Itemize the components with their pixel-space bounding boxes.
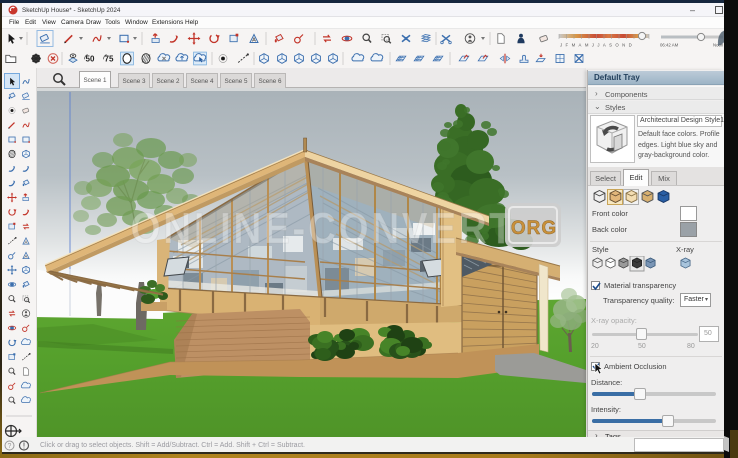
svg-text:JFMAMJJASOND: JFMAMJJASOND <box>560 43 635 48</box>
svg-text:50: 50 <box>86 55 95 64</box>
svg-text:?: ? <box>8 443 12 450</box>
svg-text:!: ! <box>23 442 25 451</box>
svg-text:A: A <box>25 239 28 244</box>
svg-text:A: A <box>252 38 256 44</box>
svg-text:75: 75 <box>105 55 114 64</box>
svg-text:06:42 AM: 06:42 AM <box>660 43 679 48</box>
svg-text:ONLINE-CONVERT: ONLINE-CONVERT <box>131 204 516 253</box>
svg-text:ORG: ORG <box>511 218 557 239</box>
svg-text:A: A <box>25 254 28 259</box>
